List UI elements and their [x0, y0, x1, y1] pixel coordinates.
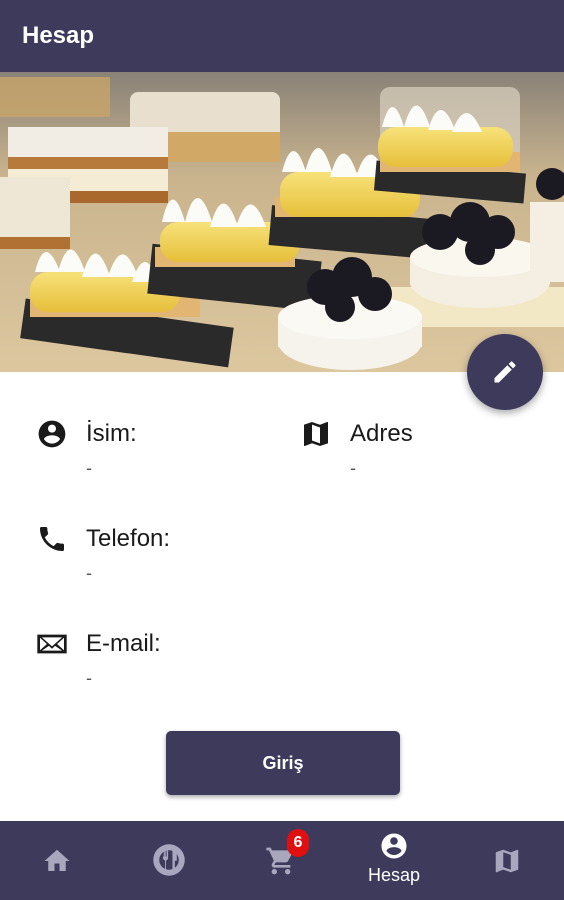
phone-field: Telefon: - — [36, 523, 286, 593]
name-value: - — [86, 458, 92, 478]
address-value: - — [350, 458, 356, 478]
nav-item-account[interactable]: Hesap — [338, 821, 450, 900]
nav-item-home[interactable] — [1, 821, 113, 900]
email-value: - — [86, 668, 92, 688]
cart-badge: 6 — [287, 829, 309, 857]
email-field: E-mail: - — [36, 628, 286, 698]
name-field: İsim: - — [36, 418, 286, 488]
map-icon — [304, 422, 328, 446]
login-button[interactable]: Giriş — [166, 731, 400, 795]
pencil-icon — [494, 361, 516, 383]
email-label: E-mail: — [86, 630, 161, 657]
home-icon — [44, 849, 70, 871]
nav-item-menu[interactable] — [113, 821, 225, 900]
account-circle-icon — [381, 833, 407, 859]
phone-value: - — [86, 563, 92, 583]
nav-label-account: Hesap — [367, 865, 421, 885]
desserts-photo — [0, 72, 564, 372]
map-icon — [495, 849, 519, 873]
edit-button[interactable] — [467, 334, 543, 410]
app-bar: Hesap — [0, 0, 564, 72]
name-label: İsim: — [86, 420, 137, 447]
address-label: Adres — [350, 420, 413, 447]
phone-icon — [40, 527, 64, 551]
address-field: Adres - — [300, 418, 540, 488]
phone-label: Telefon: — [86, 525, 171, 552]
hero-image — [0, 72, 564, 372]
mail-icon — [37, 634, 67, 654]
nav-item-cart[interactable]: 6 — [225, 821, 337, 900]
page-title: Hesap — [22, 22, 95, 49]
bottom-nav: 6 Hesap — [0, 821, 564, 900]
account-circle-icon — [38, 420, 66, 448]
restaurant-icon — [153, 844, 185, 876]
nav-item-map[interactable] — [451, 821, 563, 900]
